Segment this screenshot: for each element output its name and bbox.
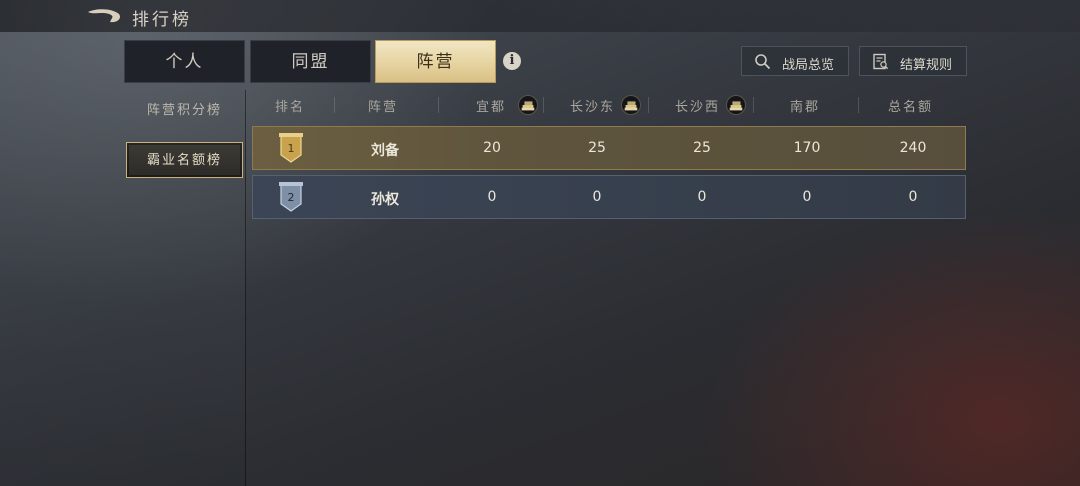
value-changsha-east: 0 (592, 189, 602, 205)
settlement-rules-button[interactable]: 结算规则 (859, 46, 967, 76)
column-separator (334, 97, 335, 113)
tab-faction[interactable]: 阵营 (375, 40, 496, 83)
coin-stack-icon (621, 95, 641, 115)
value-nanjun: 170 (793, 140, 821, 156)
faction-name: 刘备 (371, 143, 399, 159)
battle-overview-label: 战局总览 (782, 58, 835, 73)
column-separator (753, 97, 754, 113)
value-yidu: 20 (483, 140, 501, 156)
battle-overview-button[interactable]: 战局总览 (741, 46, 849, 76)
back-arrow-icon (88, 9, 120, 23)
info-icon[interactable]: i (503, 52, 521, 70)
settlement-rules-label: 结算规则 (900, 58, 953, 73)
column-header-faction: 阵营 (368, 100, 399, 115)
silver-banner-badge-icon: 2 (279, 182, 303, 212)
column-header-changsha-west: 长沙西 (675, 100, 721, 115)
coin-stack-icon (518, 95, 538, 115)
column-separator (648, 97, 649, 113)
back-button[interactable] (86, 6, 122, 26)
top-bar: 排行榜 (0, 0, 1080, 32)
value-total: 0 (908, 189, 918, 205)
page-title: 排行榜 (132, 10, 192, 30)
value-changsha-east: 25 (588, 140, 606, 156)
sidebar-item-hegemony-quota[interactable]: 霸业名额榜 (126, 142, 243, 178)
table-row[interactable]: 2 孙权 0 0 0 0 0 (252, 175, 966, 219)
rank-number: 1 (288, 142, 295, 155)
column-header-nanjun: 南郡 (790, 100, 821, 115)
rank-number: 2 (288, 191, 295, 204)
column-separator (438, 97, 439, 113)
value-changsha-west: 0 (697, 189, 707, 205)
column-header-yidu: 宜都 (476, 100, 507, 115)
value-changsha-west: 25 (693, 140, 711, 156)
column-separator (543, 97, 544, 113)
sidebar-divider (245, 90, 246, 486)
sidebar-item-faction-points[interactable]: 阵营积分榜 (126, 93, 243, 129)
value-nanjun: 0 (802, 189, 812, 205)
column-separator (858, 97, 859, 113)
value-total: 240 (899, 140, 927, 156)
faction-name: 孙权 (371, 192, 399, 208)
search-icon (755, 54, 771, 70)
coin-stack-icon (726, 95, 746, 115)
column-header-changsha-east: 长沙东 (570, 100, 616, 115)
document-icon (873, 53, 889, 70)
column-header-rank: 排名 (275, 100, 306, 115)
tab-alliance[interactable]: 同盟 (250, 40, 371, 83)
table-header: 排名 阵营 宜都 长沙东 长沙西 南郡 总名额 (252, 92, 966, 118)
value-yidu: 0 (487, 189, 497, 205)
column-header-total: 总名额 (888, 100, 934, 115)
gold-banner-badge-icon: 1 (279, 133, 303, 163)
tab-personal[interactable]: 个人 (124, 40, 245, 83)
table-row[interactable]: 1 刘备 20 25 25 170 240 (252, 126, 966, 170)
